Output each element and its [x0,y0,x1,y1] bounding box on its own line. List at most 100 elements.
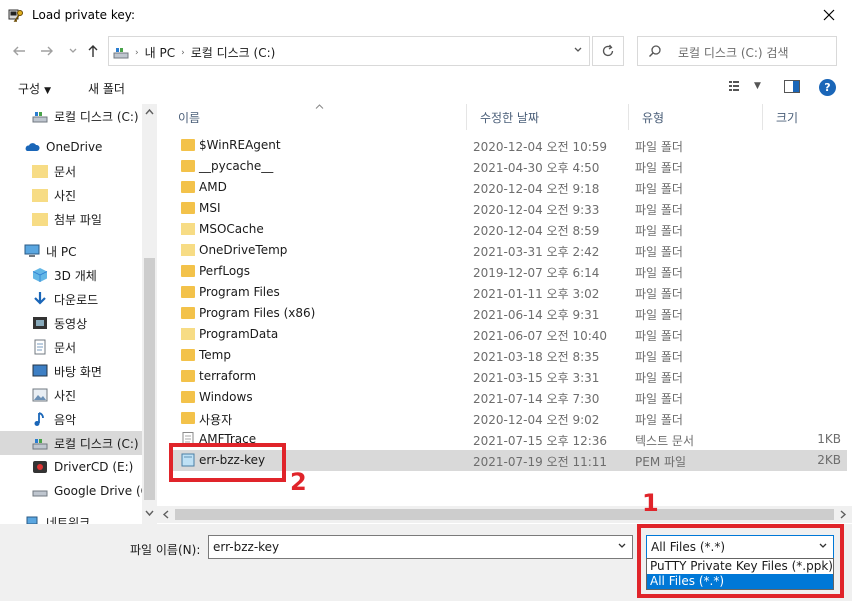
file-type: 파일 폴더 [635,182,683,196]
sidebar-item-pictures[interactable]: 사진 [0,183,142,207]
file-date: 2021-07-15 오후 12:36 [473,434,608,448]
horizontal-scrollbar-thumb[interactable] [175,509,834,520]
sidebar-item-local-disk-selected[interactable]: 로컬 디스크 (C:) [0,431,142,455]
sidebar-item-3d-objects[interactable]: 3D 개체 [0,263,142,287]
file-row[interactable]: Temp 2021-03-18 오전 8:35 파일 폴더 [171,345,847,366]
sidebar-item-google-drive[interactable]: Google Drive (G [0,479,142,503]
sidebar-item-videos[interactable]: 동영상 [0,311,142,335]
file-row[interactable]: Windows 2021-07-14 오후 7:30 파일 폴더 [171,387,847,408]
file-row[interactable]: $WinREAgent 2020-12-04 오전 10:59 파일 폴더 [171,135,847,156]
annotation-number-1: 1 [642,489,659,517]
sidebar-item-documents-pc[interactable]: 문서 [0,335,142,359]
file-size: 1KB [817,432,841,446]
recent-locations-button[interactable] [64,42,82,60]
sidebar-item-this-pc[interactable]: 내 PC [0,239,142,263]
sidebar-item-onedrive[interactable]: OneDrive [0,135,142,159]
file-row[interactable]: Program Files 2021-01-11 오후 3:02 파일 폴더 [171,282,847,303]
file-row[interactable]: ProgramData 2021-06-07 오전 10:40 파일 폴더 [171,324,847,345]
file-type: 파일 폴더 [635,203,683,217]
forward-button[interactable] [38,42,56,60]
horizontal-scrollbar[interactable] [157,506,852,523]
column-header-name[interactable]: 이름 [165,104,467,130]
file-row[interactable]: Program Files (x86) 2021-06-14 오후 9:31 파일 … [171,303,847,324]
new-folder-button[interactable]: 새 폴더 [88,80,125,97]
preview-pane-button[interactable] [784,80,800,96]
sidebar-item-label: 로컬 디스크 (C:) [54,436,139,451]
file-type: 파일 폴더 [635,308,683,322]
file-row[interactable]: MSOCache 2020-12-04 오전 8:59 파일 폴더 [171,219,847,240]
file-row[interactable]: OneDriveTemp 2021-03-31 오후 2:42 파일 폴더 [171,240,847,261]
address-history-dropdown[interactable] [573,45,583,58]
breadcrumb-item-pc[interactable]: 내 PC [145,44,175,61]
folder-icon [181,391,195,403]
file-row[interactable]: __pycache__ 2021-04-30 오후 4:50 파일 폴더 [171,156,847,177]
sidebar-scrollbar-thumb[interactable] [144,258,155,500]
address-bar[interactable]: › 내 PC › 로컬 디스크 (C:) [108,36,590,66]
sidebar-item-desktop[interactable]: 바탕 화면 [0,359,142,383]
sidebar-item-local-disk[interactable]: 로컬 디스크 (C:) [0,104,142,128]
file-row[interactable]: terraform 2021-03-15 오후 3:31 파일 폴더 [171,366,847,387]
column-header-size[interactable]: 크기 [763,104,852,130]
sidebar-item-downloads[interactable]: 다운로드 [0,287,142,311]
filename-history-dropdown[interactable] [617,541,627,554]
file-name: __pycache__ [199,159,274,173]
organize-button[interactable]: 구성 ▼ [18,80,51,97]
caret-down-icon: ▼ [44,86,52,96]
sidebar-item-label: 바탕 화면 [54,364,102,379]
window-title: Load private key: [32,8,136,22]
view-options-button[interactable] [729,80,747,95]
file-date: 2021-07-19 오전 11:11 [473,455,608,469]
file-name: PerfLogs [199,264,251,278]
preview-pane-icon [784,80,800,93]
column-header-type[interactable]: 유형 [629,104,763,130]
breadcrumb-item-drive[interactable]: 로컬 디스크 (C:) [191,44,276,61]
folder-icon [181,223,195,235]
help-icon: ? [824,81,831,94]
file-row[interactable]: MSI 2020-12-04 오전 9:33 파일 폴더 [171,198,847,219]
download-icon [34,292,46,305]
search-placeholder: 로컬 디스크 (C:) 검색 [678,46,789,60]
chevron-down-icon [145,510,154,517]
up-button[interactable] [84,42,102,60]
file-row[interactable]: AMD 2020-12-04 오전 9:18 파일 폴더 [171,177,847,198]
folder-icon [181,244,195,256]
close-button[interactable] [806,0,852,30]
sidebar-item-label: 사진 [54,188,77,203]
pc-icon [24,244,40,257]
sidebar-item-label: 네트워크 [46,515,91,525]
folder-icon [181,412,195,424]
filename-input[interactable]: err-bzz-key [208,535,633,559]
back-button[interactable] [10,42,28,60]
file-type: 파일 폴더 [635,224,683,238]
sidebar-item-label: 음악 [54,412,77,427]
drive-icon [113,47,129,58]
file-row[interactable]: 사용자 2020-12-04 오전 9:02 파일 폴더 [171,408,847,429]
refresh-button[interactable] [592,36,624,66]
file-date: 2021-03-15 오후 3:31 [473,371,600,385]
help-button[interactable]: ? [819,79,836,96]
column-header-label: 유형 [642,110,665,125]
caret-down-icon: ▼ [754,81,761,91]
navigation-row: › 내 PC › 로컬 디스크 (C:) 로컬 디스크 (C:) 검색 [0,34,852,68]
file-type: 파일 폴더 [635,140,683,154]
search-input[interactable]: 로컬 디스크 (C:) 검색 [637,36,837,66]
sidebar-item-pictures-pc[interactable]: 사진 [0,383,142,407]
file-date: 2020-12-04 오전 9:02 [473,413,600,427]
sidebar-item-documents[interactable]: 문서 [0,159,142,183]
breadcrumb-separator: › [135,47,139,58]
breadcrumb: › 내 PC › 로컬 디스크 (C:) [113,44,275,61]
column-header-date[interactable]: 수정한 날짜 [467,104,629,130]
arrow-right-icon [41,46,53,56]
sidebar-item-label: DriverCD (E:) [54,460,134,474]
sidebar-item-drivercd[interactable]: DriverCD (E:) [0,455,142,479]
folder-icon [181,370,195,382]
sidebar-item-attachments[interactable]: 첨부 파일 [0,207,142,231]
title-bar: Load private key: [0,0,852,30]
view-dropdown-button[interactable]: ▼ [754,81,761,91]
sidebar-item-network[interactable]: 네트워크 [0,510,142,524]
file-date: 2021-03-31 오후 2:42 [473,245,600,259]
sidebar-item-music[interactable]: 음악 [0,407,142,431]
folder-icon [181,265,195,277]
drive-icon [32,112,48,123]
file-row[interactable]: PerfLogs 2019-12-07 오후 6:14 파일 폴더 [171,261,847,282]
